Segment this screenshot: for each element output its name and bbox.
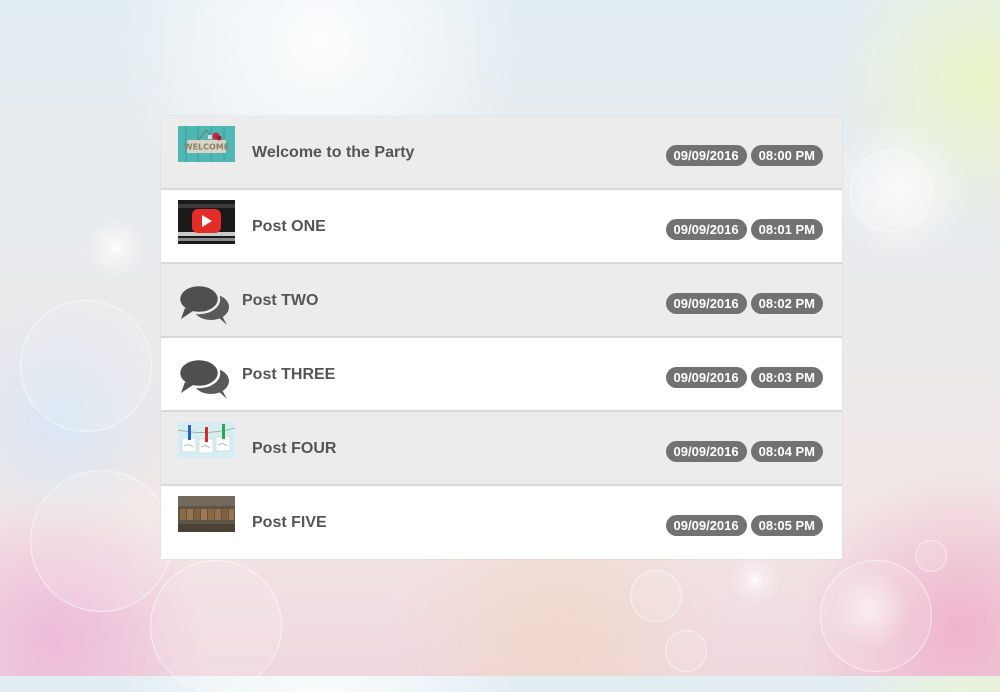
background-bokeh	[150, 560, 282, 692]
post-title[interactable]: Post FIVE	[252, 514, 327, 532]
welcome-sign-image: WELCOME	[178, 126, 235, 162]
post-meta: 09/09/2016 08:03 PM	[665, 367, 823, 388]
feed-item[interactable]: Post FOUR 09/09/2016 08:04 PM	[161, 412, 842, 486]
post-meta: 09/09/2016 08:00 PM	[665, 145, 823, 166]
post-meta: 09/09/2016 08:02 PM	[665, 293, 823, 314]
chat-bubbles-icon	[177, 357, 231, 401]
feed-item[interactable]: Post TWO 09/09/2016 08:02 PM	[161, 264, 842, 338]
background-bokeh	[630, 570, 682, 622]
feed-item[interactable]: Post THREE 09/09/2016 08:03 PM	[161, 338, 842, 412]
post-title[interactable]: Post FOUR	[252, 440, 336, 458]
time-badge: 08:05 PM	[750, 515, 823, 536]
clothespin-notes-image	[178, 422, 235, 458]
time-badge: 08:00 PM	[750, 145, 823, 166]
time-badge: 08:04 PM	[750, 441, 823, 462]
post-meta: 09/09/2016 08:01 PM	[665, 219, 823, 240]
post-title[interactable]: Welcome to the Party	[252, 144, 414, 162]
background-bokeh	[665, 630, 707, 672]
background-bokeh	[820, 560, 932, 672]
time-badge: 08:01 PM	[750, 219, 823, 240]
date-badge: 09/09/2016	[665, 145, 747, 166]
post-title[interactable]: Post ONE	[252, 218, 326, 236]
post-meta: 09/09/2016 08:05 PM	[665, 515, 823, 536]
background-bokeh	[20, 300, 152, 432]
post-meta: 09/09/2016 08:04 PM	[665, 441, 823, 462]
chat-bubbles-icon	[177, 283, 231, 327]
date-badge: 09/09/2016	[665, 441, 747, 462]
svg-text:WELCOME: WELCOME	[184, 143, 229, 152]
background-bokeh	[850, 150, 932, 232]
date-badge: 09/09/2016	[665, 219, 747, 240]
feed-item[interactable]: WELCOME Welcome to the Party 09/09/2016 …	[161, 116, 842, 190]
post-title[interactable]: Post THREE	[242, 366, 335, 384]
background-bokeh	[915, 540, 947, 572]
background-bokeh	[30, 470, 172, 612]
feed-item[interactable]: Post FIVE 09/09/2016 08:05 PM	[161, 486, 842, 559]
date-badge: 09/09/2016	[665, 367, 747, 388]
youtube-video-thumbnail	[178, 200, 235, 244]
date-badge: 09/09/2016	[665, 293, 747, 314]
time-badge: 08:02 PM	[750, 293, 823, 314]
feed-item[interactable]: Post ONE 09/09/2016 08:01 PM	[161, 190, 842, 264]
date-badge: 09/09/2016	[665, 515, 747, 536]
wooden-letters-image	[178, 496, 235, 532]
post-title[interactable]: Post TWO	[242, 292, 318, 310]
time-badge: 08:03 PM	[750, 367, 823, 388]
post-feed: WELCOME Welcome to the Party 09/09/2016 …	[161, 116, 842, 559]
